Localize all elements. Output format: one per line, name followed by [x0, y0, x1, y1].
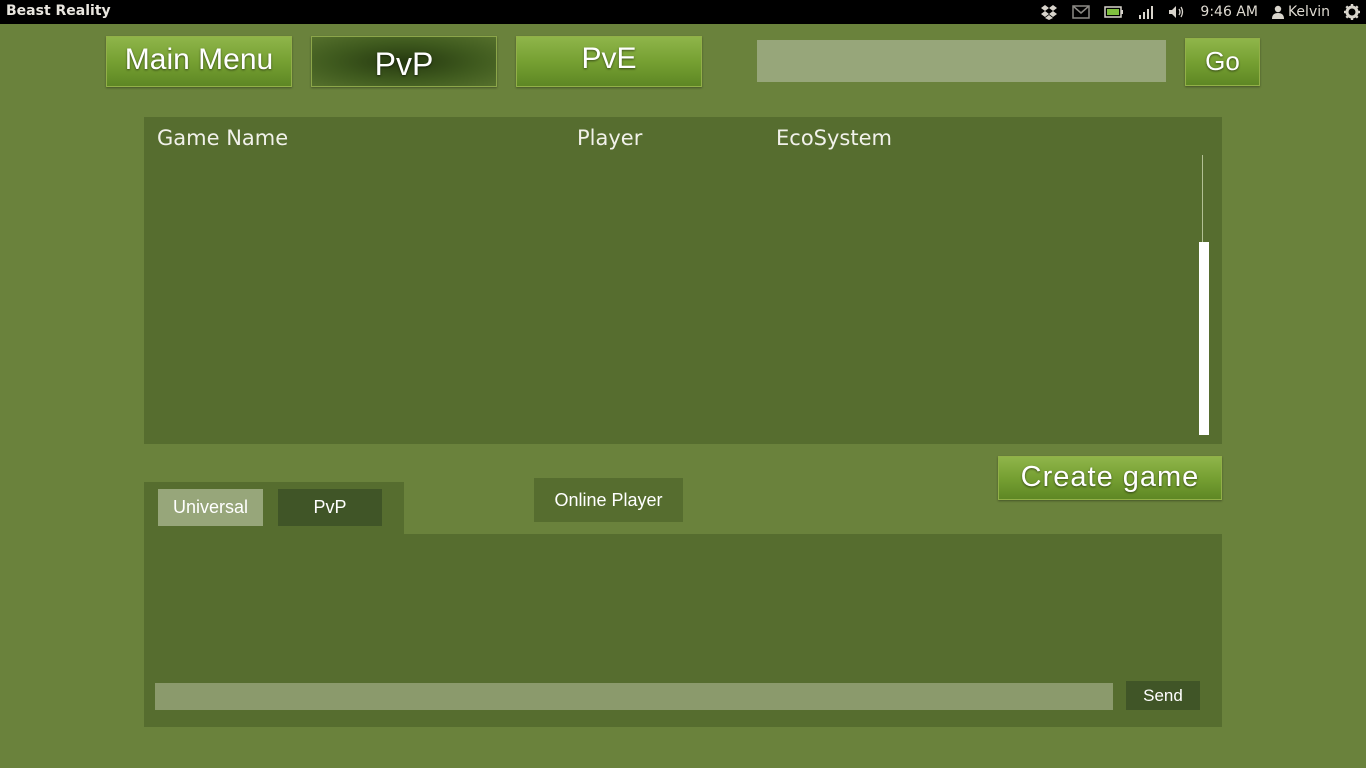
chat-message-input[interactable] — [155, 683, 1113, 710]
battery-icon[interactable] — [1104, 6, 1124, 18]
column-header-ecosystem[interactable]: EcoSystem — [776, 126, 892, 150]
user-menu[interactable]: Kelvin — [1271, 4, 1330, 20]
go-label: Go — [1205, 46, 1240, 76]
send-button[interactable]: Send — [1126, 681, 1200, 710]
chat-panel: Send — [144, 534, 1222, 727]
create-game-button[interactable]: Create game — [998, 456, 1222, 500]
main-menu-button[interactable]: Main Menu — [106, 36, 292, 87]
chat-tabs: Universal PvP — [144, 482, 404, 542]
volume-icon[interactable] — [1168, 5, 1186, 19]
main-menu-label: Main Menu — [124, 43, 274, 76]
system-tray: 9:46 AM Kelvin — [1040, 0, 1360, 24]
pvp-button[interactable]: PvP — [311, 36, 497, 87]
games-list-panel: Game Name Player EcoSystem — [144, 117, 1222, 444]
app-title: Beast Reality — [6, 3, 111, 19]
tab-universal[interactable]: Universal — [158, 489, 263, 526]
mail-icon[interactable] — [1072, 5, 1091, 19]
clock[interactable]: 9:46 AM — [1200, 4, 1258, 20]
system-top-bar: Beast Reality 9:46 AM Kelvin — [0, 0, 1366, 24]
search-input[interactable] — [757, 40, 1166, 82]
column-header-game-name[interactable]: Game Name — [157, 126, 288, 150]
pve-label: PvE — [581, 42, 637, 75]
scrollbar-thumb[interactable] — [1199, 242, 1209, 435]
pve-button[interactable]: PvE — [516, 36, 702, 87]
gear-icon[interactable] — [1344, 4, 1360, 20]
signal-icon[interactable] — [1138, 5, 1154, 19]
user-name: Kelvin — [1287, 4, 1330, 20]
column-header-player[interactable]: Player — [577, 126, 642, 150]
go-button[interactable]: Go — [1185, 38, 1260, 86]
tab-pvp[interactable]: PvP — [278, 489, 382, 526]
create-game-label: Create game — [1020, 461, 1200, 493]
online-player-button[interactable]: Online Player — [534, 478, 683, 522]
user-icon — [1271, 5, 1284, 19]
dropbox-icon[interactable] — [1040, 4, 1058, 20]
pvp-label: PvP — [374, 46, 434, 82]
